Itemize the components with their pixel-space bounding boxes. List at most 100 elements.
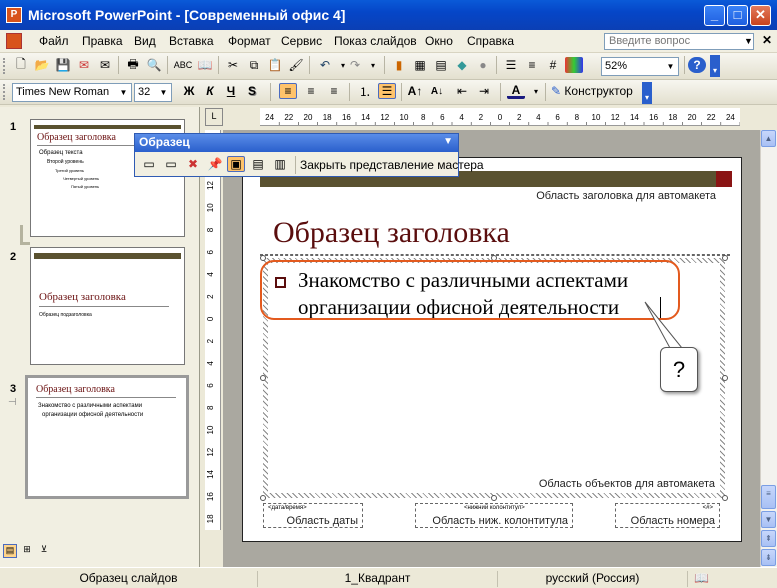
tables-borders-icon[interactable]: ▤ xyxy=(432,57,450,73)
document-icon[interactable] xyxy=(6,33,22,49)
preserve-master-icon[interactable]: 📌 xyxy=(206,156,224,172)
date-placeholder[interactable]: <дата/время> Область даты xyxy=(263,503,363,528)
menu-help[interactable]: Справка xyxy=(467,34,514,48)
slide-sorter-icon[interactable]: ⊞ xyxy=(20,544,34,558)
chevron-down-icon[interactable]: ▾ xyxy=(527,83,545,99)
increase-font-icon[interactable]: A↑ xyxy=(406,83,424,99)
menu-tools[interactable]: Сервис xyxy=(281,34,322,48)
save-icon[interactable]: 💾 xyxy=(54,57,72,73)
chevron-down-icon[interactable]: ▼ xyxy=(443,136,453,147)
menu-edit[interactable]: Правка xyxy=(82,34,123,48)
insert-diagram-icon[interactable]: ◆ xyxy=(453,57,471,73)
permission-icon[interactable]: ✉ xyxy=(75,57,93,73)
cut-icon[interactable]: ✂ xyxy=(224,57,242,73)
scroll-thumb[interactable]: ≡ xyxy=(761,485,776,509)
underline-button[interactable]: Ч xyxy=(222,83,240,99)
chevron-down-icon[interactable]: ▼ xyxy=(744,36,753,46)
toolbar-grip[interactable] xyxy=(3,58,6,74)
align-right-icon[interactable]: ≡ xyxy=(325,83,343,99)
research-icon[interactable]: 📖 xyxy=(196,57,214,73)
spelling-icon[interactable]: ABC xyxy=(174,57,193,73)
new-icon[interactable]: 🗋 xyxy=(12,57,30,73)
resize-handle[interactable] xyxy=(491,495,497,501)
format-painter-icon[interactable]: 🖌 xyxy=(287,57,305,73)
scroll-up-icon[interactable]: ▲ xyxy=(761,130,776,147)
designer-button[interactable]: ✎ Конструктор xyxy=(551,84,633,101)
menu-format[interactable]: Формат xyxy=(228,34,271,48)
maximize-button[interactable]: □ xyxy=(727,5,748,26)
numbering-icon[interactable]: ⒈ xyxy=(356,83,374,99)
resize-handle[interactable] xyxy=(722,375,728,381)
master-toolbar-header[interactable]: Образец ▼ xyxy=(135,134,458,152)
chevron-down-icon[interactable]: ▼ xyxy=(664,59,677,74)
show-formatting-icon[interactable]: ≡ xyxy=(523,57,541,73)
powerpoint-icon[interactable]: P xyxy=(6,7,22,23)
close-button[interactable]: ✕ xyxy=(750,5,771,26)
scroll-down-icon[interactable]: ▼ xyxy=(761,511,776,528)
hyperlink-icon[interactable]: ● xyxy=(474,57,492,73)
previous-slide-icon[interactable]: ⇞ xyxy=(761,530,776,547)
help-icon[interactable]: ? xyxy=(688,57,706,73)
paste-icon[interactable]: 📋 xyxy=(266,57,284,73)
copy-icon[interactable]: ⧉ xyxy=(245,57,263,73)
font-color-icon[interactable]: A xyxy=(507,83,525,99)
open-icon[interactable]: 📂 xyxy=(33,57,51,73)
chart-icon[interactable]: ▮ xyxy=(390,57,408,73)
slide-title[interactable]: Образец заголовка xyxy=(273,216,510,250)
expand-all-icon[interactable]: ☰ xyxy=(502,57,520,73)
spelling-status-icon[interactable]: 📖 xyxy=(694,571,709,585)
insert-title-master-icon[interactable]: ▭ xyxy=(162,156,180,172)
resize-handle[interactable] xyxy=(722,255,728,261)
redo-icon[interactable]: ↷ xyxy=(346,57,364,73)
thumbnail-title-master[interactable]: Образец заголовка Образец подзаголовка xyxy=(30,247,185,365)
zoom-select[interactable]: 52% ▼ xyxy=(601,57,679,76)
slideshow-icon[interactable]: ⊻ xyxy=(37,544,51,558)
align-center-icon[interactable]: ≡ xyxy=(302,83,320,99)
bold-button[interactable]: Ж xyxy=(180,83,198,99)
close-master-view-button[interactable]: Закрыть представление мастера xyxy=(300,158,484,172)
menu-insert[interactable]: Вставка xyxy=(169,34,214,48)
document-close-icon[interactable]: ✕ xyxy=(762,33,772,47)
menu-file[interactable]: Файл xyxy=(39,34,69,48)
chevron-down-icon[interactable]: ▼ xyxy=(157,85,170,100)
tab-selector[interactable]: L xyxy=(205,108,223,126)
email-icon[interactable]: ✉ xyxy=(96,57,114,73)
resize-handle[interactable] xyxy=(260,255,266,261)
table-icon[interactable]: ▦ xyxy=(411,57,429,73)
toolbar-options-icon[interactable]: ▾ xyxy=(710,55,720,77)
decrease-font-icon[interactable]: A↓ xyxy=(428,83,446,99)
bullets-icon[interactable]: ☰ xyxy=(378,83,396,99)
grid-icon[interactable]: # xyxy=(544,57,562,73)
chevron-down-icon[interactable]: ▼ xyxy=(117,85,130,100)
toolbar-grip[interactable] xyxy=(3,84,6,100)
normal-view-icon[interactable]: ▤ xyxy=(3,544,17,558)
vertical-scrollbar[interactable]: ▲ ≡ ▼ ⇞ ⇟ xyxy=(760,130,777,567)
toolbar-options-icon[interactable]: ▾ xyxy=(642,82,652,104)
master-layout-icon[interactable]: ▤ xyxy=(249,156,267,172)
redo-dropdown-icon[interactable]: ▾ xyxy=(364,57,382,73)
vertical-ruler[interactable]: 161412108642024681012141618 xyxy=(205,130,221,530)
thumbnail-slide-3[interactable]: Образец заголовка Знакомство с различным… xyxy=(25,375,189,499)
number-placeholder[interactable]: <#> Область номера xyxy=(615,503,720,528)
horizontal-ruler[interactable]: 24 22 20 18 16 14 12 10 8 6 4 2 0 2 4 6 8 10 12 14 16 18 20 22 2… xyxy=(260,108,741,126)
shadow-button[interactable]: S xyxy=(243,83,261,99)
italic-button[interactable]: К xyxy=(201,83,219,99)
delete-master-icon[interactable]: ✖ xyxy=(184,156,202,172)
font-size-select[interactable]: 32 ▼ xyxy=(134,83,172,102)
font-select[interactable]: Times New Roman ▼ xyxy=(12,83,132,102)
help-search-input[interactable]: Введите вопрос xyxy=(604,33,754,50)
resize-handle[interactable] xyxy=(260,375,266,381)
resize-handle[interactable] xyxy=(260,495,266,501)
menu-slideshow[interactable]: Показ слайдов xyxy=(334,34,417,48)
footer-placeholder[interactable]: <нижний колонтитул> Область ниж. колонти… xyxy=(415,503,573,528)
menu-view[interactable]: Вид xyxy=(134,34,156,48)
menu-window[interactable]: Окно xyxy=(425,34,453,48)
color-grayscale-icon[interactable] xyxy=(565,57,583,73)
decrease-indent-icon[interactable]: ⇤ xyxy=(453,83,471,99)
next-slide-icon[interactable]: ⇟ xyxy=(761,549,776,566)
undo-icon[interactable]: ↶ xyxy=(316,57,334,73)
print-preview-icon[interactable]: 🔍 xyxy=(145,57,163,73)
increase-indent-icon[interactable]: ⇥ xyxy=(475,83,493,99)
resize-handle[interactable] xyxy=(722,495,728,501)
minimize-button[interactable]: _ xyxy=(704,5,725,26)
